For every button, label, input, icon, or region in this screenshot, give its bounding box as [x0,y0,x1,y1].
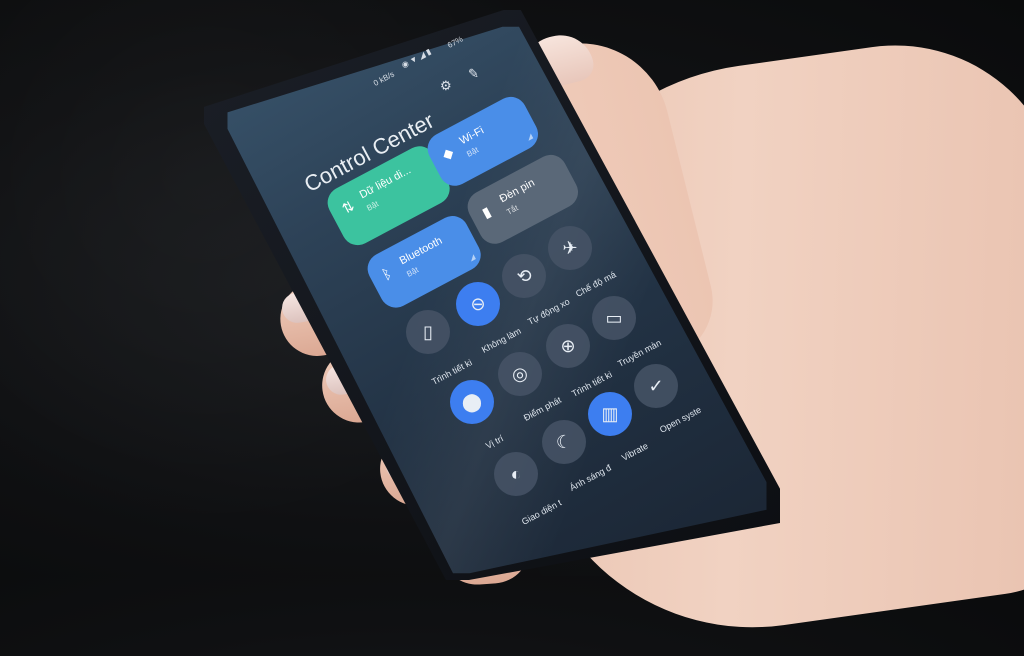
toggle-label: Ánh sáng đ [568,462,613,493]
toggle-label: Chế độ má [574,269,618,299]
cast-icon: ▭ [605,307,623,328]
bluetooth-icon: ᛒ [379,264,395,283]
toggle-data-saver[interactable]: ⊕ [546,324,590,368]
vibrate-icon: ▥ [601,403,619,424]
toggle-hotspot[interactable]: ◎ [498,352,542,396]
contrast-icon: ◐ [510,463,522,484]
hotspot-icon: ◎ [512,363,528,384]
toggle-dnd[interactable]: ⊖ [456,282,500,326]
tile-label: Đèn pin [497,176,537,206]
gear-icon[interactable]: ⚙ [440,78,452,94]
toggle-label: Tự động xo [526,296,572,327]
expand-corner-icon: ◢ [468,253,477,263]
rotate-icon: ⟲ [516,265,532,286]
status-battery: 67% [446,34,465,50]
toggle-vibrate[interactable]: ▥ [588,392,632,436]
moon-icon: ☾ [555,431,573,452]
toggle-label: Open syste [658,404,703,435]
expand-corner-icon: ◢ [525,133,534,142]
toggle-location[interactable]: ⬤ [450,380,494,424]
toggle-battery-saver[interactable]: ▯ [406,310,450,354]
battery-icon: ▯ [423,321,433,342]
tile-label: Wi-Fi [457,124,486,148]
toggle-airplane[interactable]: ✈ [548,226,592,270]
toggle-label: Vibrate [620,440,650,463]
tile-status: Bật [465,145,480,159]
toggle-dark-theme[interactable]: ◐ [494,452,538,496]
toggle-cast[interactable]: ▭ [592,296,636,340]
control-center: 0 kB/s ◉ ▼ ◢ ▮ 67% Control Center ⚙ ✎ ⇅ … [0,0,1024,576]
edit-icon[interactable]: ✎ [468,66,479,82]
check-icon: ✓ [648,375,664,396]
toggle-open-system[interactable]: ✓ [634,364,678,408]
location-pin-icon: ⬤ [461,391,483,412]
tile-label: Bluetooth [397,234,445,268]
tile-status: Bật [365,199,380,213]
flashlight-icon: ▮ [479,203,494,221]
data-saver-icon: ⊕ [560,335,576,356]
toggle-night-light[interactable]: ☾ [542,420,586,464]
minus-circle-icon: ⊖ [470,293,486,314]
tile-status: Tắt [505,203,520,217]
status-speed: 0 kB/s [372,69,396,88]
tile-label: Dữ liệu di... [357,164,413,202]
toggle-label: Vị trí [484,433,506,451]
wifi-icon: ◆ [439,143,457,163]
toggle-label: Giao diện t [520,497,564,527]
toggle-label: Điểm phát [522,394,563,423]
data-arrows-icon: ⇅ [339,197,358,217]
toggle-label: Không làm [480,325,523,355]
airplane-icon: ✈ [562,237,578,258]
status-icons: ◉ ▼ ◢ ▮ [400,46,433,70]
toggle-auto-rotate[interactable]: ⟲ [502,254,546,298]
tile-status: Bật [405,265,420,279]
